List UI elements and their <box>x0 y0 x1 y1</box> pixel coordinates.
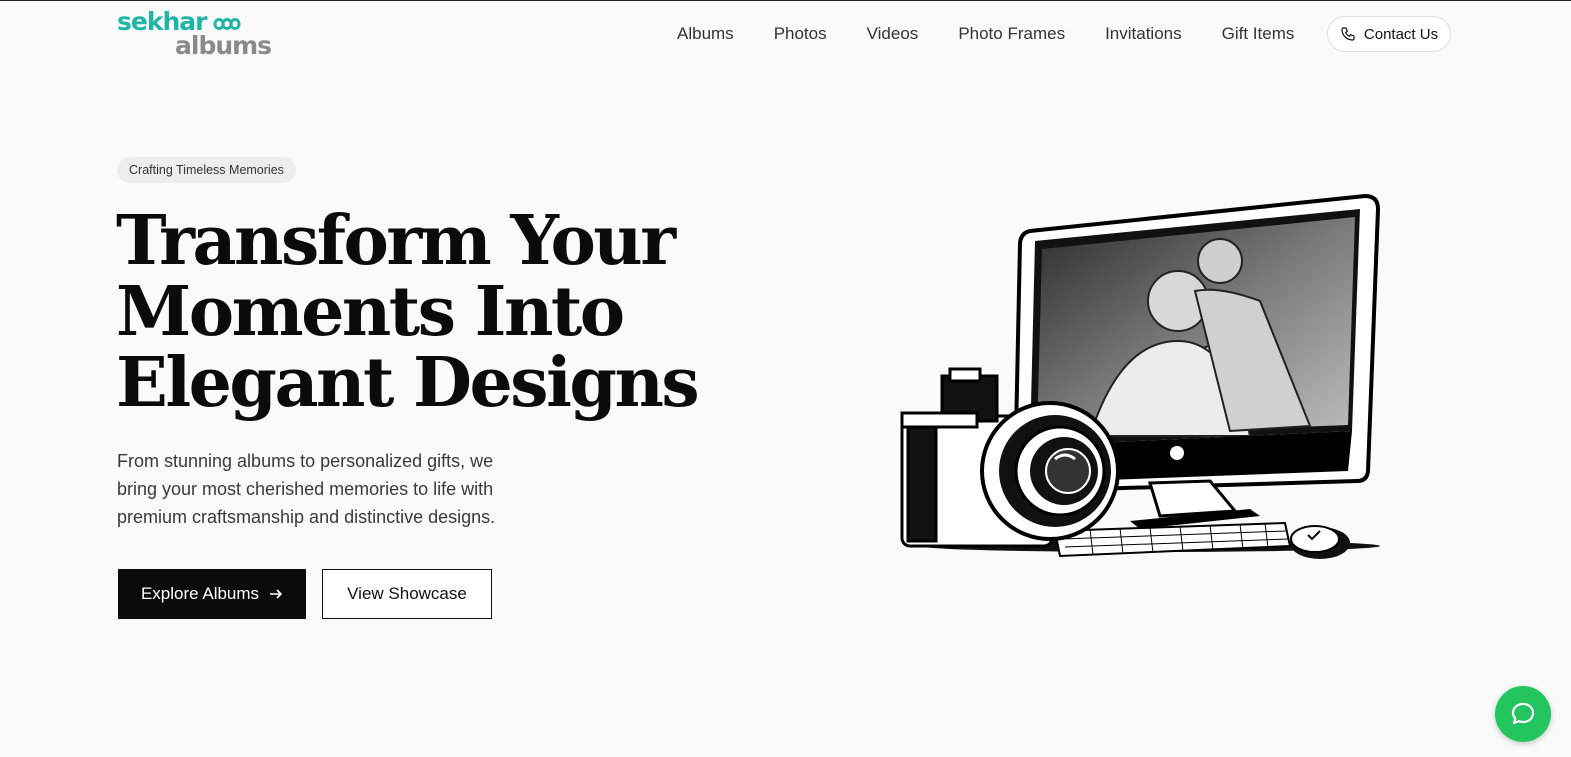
explore-albums-label: Explore Albums <box>140 584 260 603</box>
chat-bubble-icon <box>1511 702 1535 725</box>
nav-invitations[interactable]: Invitations <box>1105 23 1182 45</box>
chat-button[interactable] <box>1495 686 1551 742</box>
brand-logo[interactable]: sekhar albums <box>117 7 287 61</box>
view-showcase-button[interactable]: View Showcase <box>322 569 492 619</box>
phone-icon <box>1341 27 1355 41</box>
nav-gift-items[interactable]: Gift Items <box>1222 23 1295 45</box>
headline-line-3: Elegant Designs <box>116 343 700 423</box>
logo-text-secondary: albums <box>175 31 272 60</box>
view-showcase-label: View Showcase <box>347 584 467 603</box>
camera-and-computer-illustration <box>900 193 1381 559</box>
arrow-right-icon <box>270 589 283 599</box>
headline-line-1: Transform Your <box>116 201 676 281</box>
nav-photo-frames[interactable]: Photo Frames <box>958 23 1065 45</box>
hero-headline: Transform Your Moments Into Elegant Desi… <box>116 206 716 419</box>
nav-albums[interactable]: Albums <box>677 23 734 45</box>
contact-us-button[interactable]: Contact Us <box>1327 16 1451 52</box>
nav-photos[interactable]: Photos <box>774 23 827 45</box>
main-nav: Albums Photos Videos Photo Frames Invita… <box>677 23 1334 45</box>
nav-videos[interactable]: Videos <box>867 23 919 45</box>
hero-badge: Crafting Timeless Memories <box>117 157 296 183</box>
hero-subtext: From stunning albums to personalized gif… <box>117 451 496 527</box>
contact-us-label: Contact Us <box>1363 25 1439 43</box>
headline-line-2: Moments Into <box>116 272 625 352</box>
explore-albums-button[interactable]: Explore Albums <box>118 569 306 619</box>
